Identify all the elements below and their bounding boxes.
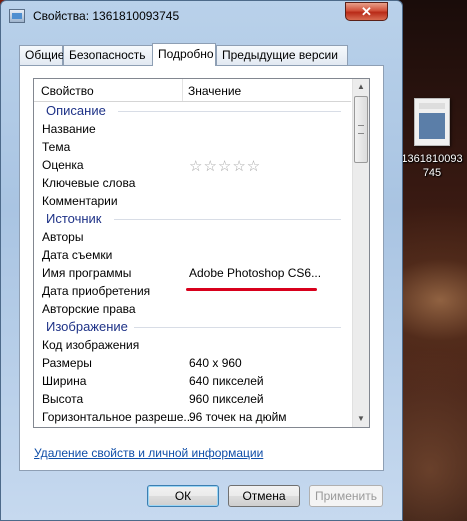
- vertical-scrollbar[interactable]: ▲ ▼: [352, 79, 369, 427]
- rating-stars[interactable]: ☆☆☆☆☆: [189, 157, 261, 175]
- list-item[interactable]: Авторы: [34, 228, 351, 246]
- list-item[interactable]: Ключевые слова: [34, 174, 351, 192]
- list-item[interactable]: Комментарии: [34, 192, 351, 210]
- column-header-value[interactable]: Значение: [188, 84, 241, 98]
- list-item[interactable]: Дата приобретения: [34, 282, 351, 300]
- properties-list[interactable]: Свойство Значение Описание Название Тема…: [33, 78, 370, 428]
- highlight-underline: [186, 288, 317, 291]
- tab-previous-versions[interactable]: Предыдущие версии: [216, 45, 348, 65]
- list-item[interactable]: Высота 960 пикселей: [34, 390, 351, 408]
- ok-button[interactable]: ОК: [147, 485, 219, 507]
- program-name-value: Adobe Photoshop CS6...: [189, 266, 322, 280]
- properties-window: Свойства: 1361810093745 ✕ Общие Безопасн…: [0, 0, 403, 521]
- group-header-image: Изображение: [34, 318, 351, 336]
- list-item[interactable]: Размеры 640 x 960: [34, 354, 351, 372]
- group-header-description: Описание: [34, 102, 351, 120]
- group-header-source: Источник: [34, 210, 351, 228]
- close-button[interactable]: ✕: [345, 2, 388, 21]
- column-separator[interactable]: [182, 79, 183, 101]
- scroll-up-arrow-icon[interactable]: ▲: [354, 79, 368, 95]
- list-item[interactable]: Ширина 640 пикселей: [34, 372, 351, 390]
- list-item[interactable]: Горизонтальное разреше... 96 точек на дюй…: [34, 408, 351, 426]
- list-header: Свойство Значение: [34, 79, 351, 102]
- list-item[interactable]: Тема: [34, 138, 351, 156]
- column-header-property[interactable]: Свойство: [41, 84, 94, 98]
- list-item[interactable]: Имя программы Adobe Photoshop CS6...: [34, 264, 351, 282]
- scroll-down-arrow-icon[interactable]: ▼: [354, 411, 368, 427]
- desktop-file-label: 1361810093745: [401, 153, 463, 179]
- details-panel: Свойство Значение Описание Название Тема…: [19, 65, 384, 471]
- remove-properties-link[interactable]: Удаление свойств и личной информации: [34, 446, 263, 460]
- tab-security[interactable]: Безопасность: [63, 45, 153, 65]
- window-app-icon: [9, 9, 25, 23]
- cancel-button[interactable]: Отмена: [228, 485, 300, 507]
- list-item[interactable]: Авторские права: [34, 300, 351, 318]
- image-file-icon: [414, 98, 450, 146]
- title-bar[interactable]: Свойства: 1361810093745 ✕: [1, 1, 402, 31]
- apply-button[interactable]: Применить: [309, 485, 383, 507]
- list-item[interactable]: Код изображения: [34, 336, 351, 354]
- tab-details[interactable]: Подробно: [152, 43, 216, 66]
- list-rows: Описание Название Тема Оценка ☆☆☆☆☆ Ключе…: [34, 102, 351, 426]
- scrollbar-thumb[interactable]: [354, 96, 368, 163]
- list-item[interactable]: Дата съемки: [34, 246, 351, 264]
- tab-general[interactable]: Общие: [19, 45, 64, 65]
- desktop-file-item[interactable]: 1361810093745: [399, 98, 465, 180]
- list-item[interactable]: Название: [34, 120, 351, 138]
- window-title: Свойства: 1361810093745: [33, 9, 180, 23]
- list-item[interactable]: Оценка ☆☆☆☆☆: [34, 156, 351, 175]
